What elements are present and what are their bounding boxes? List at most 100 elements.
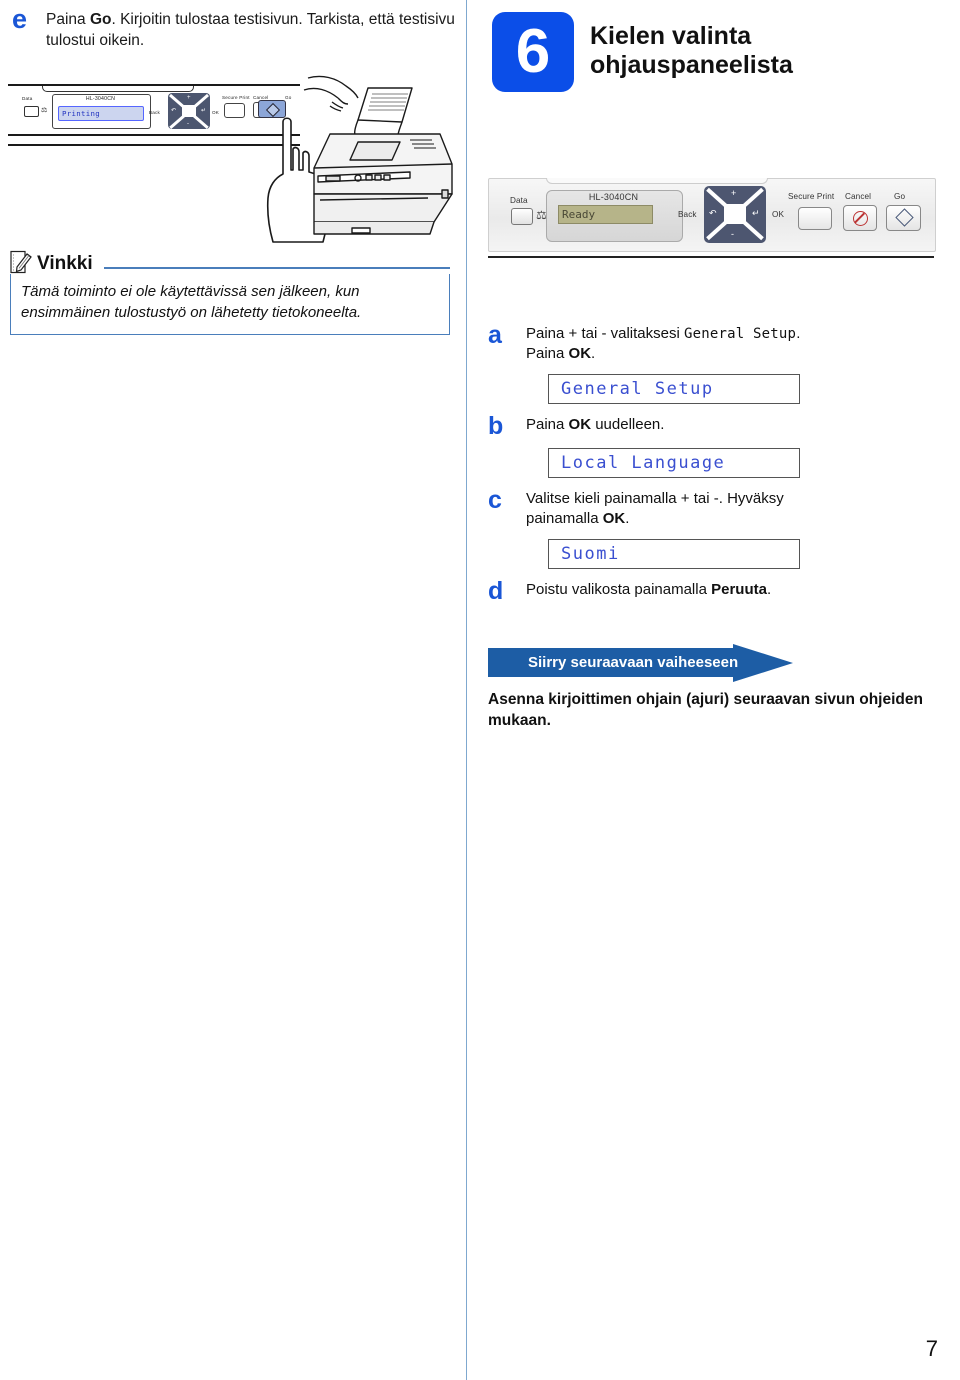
page-title-line2: ohjauspaneelista bbox=[590, 51, 793, 80]
substep-b-bold: OK bbox=[568, 415, 592, 433]
nav-down-minus-icon: - bbox=[731, 229, 734, 239]
panel-secure-print-label: Secure Print bbox=[222, 95, 250, 100]
note-title: Vinkki bbox=[37, 253, 93, 274]
lcd-screen: Printing bbox=[58, 106, 144, 121]
nav-pad-center bbox=[724, 204, 746, 224]
panel-back-label: Back bbox=[149, 110, 161, 115]
note-rule bbox=[103, 267, 450, 269]
navigation-pad[interactable]: + - ↶ ↵ bbox=[168, 93, 210, 129]
substep-d-bold: Peruuta bbox=[711, 580, 767, 598]
step-e-block: e Paina Go. Kirjoitin tulostaa testisivu… bbox=[12, 6, 460, 52]
substep-a-text: Paina + tai - valitaksesi General Setup.… bbox=[526, 322, 800, 365]
substep-d-post: . bbox=[766, 580, 772, 598]
note-block: Vinkki Tämä toiminto ei ole käytettäviss… bbox=[10, 248, 450, 335]
lcd-display-c: Suomi bbox=[548, 538, 800, 569]
printer-illustration bbox=[303, 75, 453, 235]
lcd-display-b-text: Local Language bbox=[561, 452, 726, 473]
substep-d-marker: d bbox=[488, 576, 504, 605]
nav-back-arrow-icon: ↶ bbox=[171, 108, 177, 114]
substep-c-line2-bold: OK bbox=[602, 510, 626, 528]
panel-ok-label: OK bbox=[772, 210, 785, 219]
substep-c-line2-post: . bbox=[625, 510, 630, 528]
substeps-list: a Paina + tai - valitaksesi General Setu… bbox=[488, 322, 958, 606]
lcd-display-a: General Setup bbox=[548, 373, 800, 404]
substep-c-pre: Valitse kieli painamalla + tai -. Hyväks… bbox=[526, 489, 784, 507]
navigation-pad[interactable]: + - ↶ ↵ bbox=[704, 186, 766, 243]
secure-print-button[interactable] bbox=[798, 207, 832, 230]
substep-a-line2-post: . bbox=[591, 345, 596, 363]
toner-icon: ⚖ bbox=[41, 107, 48, 114]
substep-d-text: Poistu valikosta painamalla Peruuta. bbox=[526, 578, 771, 604]
step-e-text: Paina Go. Kirjoitin tulostaa testisivun.… bbox=[46, 6, 460, 52]
panel-cancel-label: Cancel bbox=[845, 192, 872, 201]
manual-page: e Paina Go. Kirjoitin tulostaa testisivu… bbox=[0, 0, 960, 1380]
go-icon bbox=[895, 208, 914, 227]
note-body: Tämä toiminto ei ole käytettävissä sen j… bbox=[10, 274, 450, 335]
page-title-line1: Kielen valinta bbox=[590, 22, 752, 50]
substep-b-pre: Paina bbox=[526, 415, 569, 433]
substep-d-pre: Poistu valikosta painamalla bbox=[526, 580, 712, 598]
lcd-screen: Ready bbox=[558, 205, 653, 224]
panel-model-label: HL-3040CN bbox=[588, 192, 639, 202]
footer-instruction: Asenna kirjoittimen ohjain (ajuri) seura… bbox=[488, 691, 923, 729]
substep-a-mono: General Setup bbox=[684, 326, 797, 342]
panel-ok-label: OK bbox=[212, 110, 220, 115]
substep-b-text: Paina OK uudelleen. bbox=[526, 413, 664, 439]
page-number: 7 bbox=[925, 1336, 938, 1361]
substep-a-marker: a bbox=[488, 321, 502, 349]
panel-go-label: Go bbox=[894, 192, 906, 201]
substep-a-line2-bold: OK bbox=[568, 345, 592, 363]
panel-data-label: Data bbox=[510, 196, 528, 205]
note-pencil-icon bbox=[10, 250, 32, 274]
next-step-banner: Siirry seuraavaan vaiheeseen bbox=[488, 644, 958, 684]
note-header: Vinkki bbox=[10, 248, 450, 274]
page-title: Kielen valinta ohjauspaneelista bbox=[590, 22, 940, 81]
substep-c-marker: c bbox=[488, 485, 502, 514]
substep-b-post: uudelleen. bbox=[591, 415, 665, 433]
secure-print-button[interactable] bbox=[224, 103, 245, 118]
banner-label: Siirry seuraavaan vaiheeseen bbox=[528, 654, 739, 671]
substep-c-line2-pre: painamalla bbox=[526, 510, 603, 528]
panel-go-label: Go bbox=[285, 95, 292, 100]
panel-notch bbox=[546, 178, 768, 184]
substep-a-line2-pre: Paina bbox=[526, 345, 569, 363]
lcd-display-a-text: General Setup bbox=[561, 378, 714, 399]
right-control-panel-illustration: Data ⚖ HL-3040CN Ready Back + - ↶ ↵ OK S… bbox=[488, 172, 936, 262]
nav-up-plus-icon: + bbox=[731, 188, 737, 198]
cancel-button[interactable] bbox=[843, 205, 877, 231]
nav-up-plus-icon: + bbox=[187, 94, 191, 101]
panel-model-label: HL-3040CN bbox=[85, 96, 116, 102]
step-letter-e: e bbox=[12, 4, 28, 34]
panel-secure-print-label: Secure Print bbox=[788, 192, 835, 201]
data-led-indicator bbox=[511, 208, 533, 225]
substep-a: a Paina + tai - valitaksesi General Setu… bbox=[488, 322, 958, 365]
data-led-indicator bbox=[24, 106, 39, 117]
panel-back-label: Back bbox=[678, 210, 697, 219]
nav-down-minus-icon: - bbox=[187, 121, 189, 127]
lcd-text: Printing bbox=[62, 109, 100, 118]
nav-back-arrow-icon: ↶ bbox=[709, 208, 717, 218]
nav-ok-enter-icon: ↵ bbox=[752, 208, 760, 218]
go-button[interactable] bbox=[886, 205, 921, 231]
substep-b: b Paina OK uudelleen. bbox=[488, 413, 958, 439]
toner-icon: ⚖ bbox=[536, 208, 547, 222]
panel-notch bbox=[42, 85, 194, 92]
left-control-panel-illustration: Data ⚖ HL-3040CN Printing Back + - ↶ ↵ O… bbox=[8, 82, 330, 243]
nav-ok-enter-icon: ↵ bbox=[201, 108, 207, 114]
step-number-badge: 6 bbox=[492, 12, 574, 92]
substep-b-marker: b bbox=[488, 411, 504, 440]
panel-base-line bbox=[488, 256, 934, 258]
substep-c-text: Valitse kieli painamalla + tai -. Hyväks… bbox=[526, 487, 784, 530]
substep-a-post: . bbox=[796, 325, 801, 342]
lcd-display-b: Local Language bbox=[548, 447, 800, 478]
lcd-display-c-text: Suomi bbox=[561, 543, 620, 564]
nav-pad-center bbox=[182, 105, 196, 117]
step-e-text-bold: Go bbox=[89, 11, 112, 28]
substep-c: c Valitse kieli painamalla + tai -. Hyvä… bbox=[488, 487, 958, 530]
substep-d: d Poistu valikosta painamalla Peruuta. bbox=[488, 578, 958, 604]
panel-data-label: Data bbox=[22, 96, 33, 101]
substep-a-pre: Paina + tai - valitaksesi bbox=[526, 325, 684, 342]
cancel-icon bbox=[853, 211, 868, 226]
lcd-text: Ready bbox=[562, 208, 596, 221]
step-e-text-lead: Paina bbox=[46, 11, 90, 28]
